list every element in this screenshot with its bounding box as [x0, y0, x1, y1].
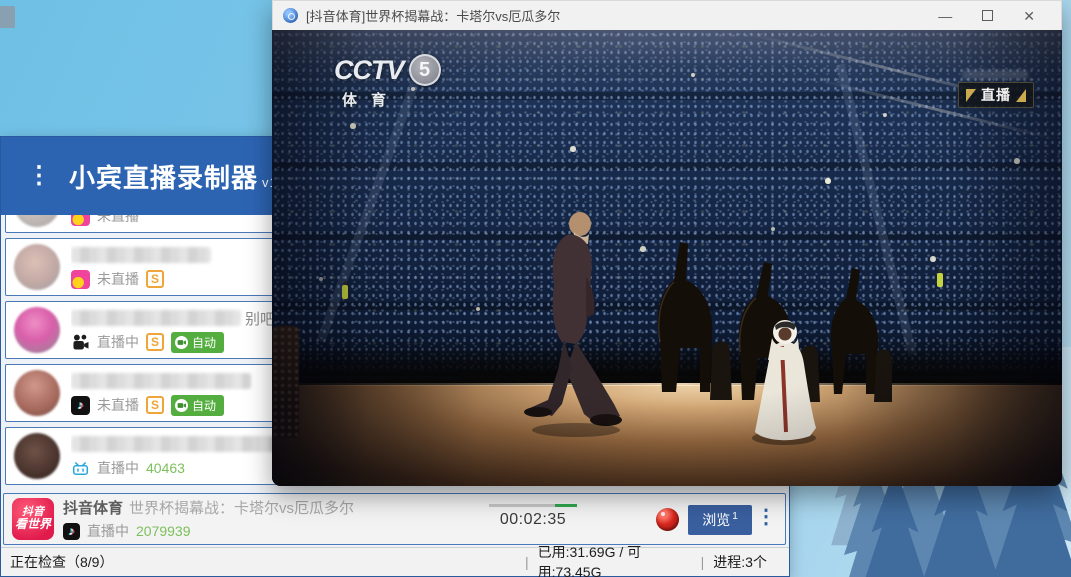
cctv-sub-text: 体育: [342, 92, 401, 109]
platform-icon-pink-smiley: [71, 215, 90, 226]
video-frame[interactable]: CCTV 5 体育 直播: [272, 30, 1062, 486]
status-checking: 正在检查（8/9）: [10, 554, 114, 570]
live-badge-decoration: [1016, 88, 1026, 102]
platform-icon-kuaishou: [71, 333, 90, 352]
recording-title: 世界杯揭幕战：卡塔尔vs厄瓜多尔: [129, 500, 355, 517]
close-button[interactable]: ✕: [1023, 9, 1035, 23]
douyin-world-logo: 抖音 看世界: [12, 498, 54, 540]
quality-badge: S: [146, 333, 164, 351]
minimize-button[interactable]: —: [938, 9, 952, 23]
live-status-label: 未直播: [97, 271, 139, 287]
platform-icon-pink-smiley: [71, 269, 90, 289]
recording-timer-block: 00:02:35: [478, 502, 588, 529]
row-menu-icon[interactable]: ⋮: [756, 504, 776, 529]
redacted-name: [71, 436, 286, 452]
live-status-label: 直播中: [87, 523, 129, 539]
auto-record-badge: 自动: [171, 394, 225, 416]
redacted-name: [71, 373, 251, 389]
auto-record-badge: 自动: [171, 331, 225, 353]
desktop-edge-window-chip: [0, 6, 15, 28]
app-title: 小宾直播录制器v1.6: [69, 158, 291, 195]
live-status-label: 直播中: [97, 334, 139, 350]
live-status-label: 未直播: [97, 397, 139, 413]
browse-button[interactable]: 浏览 1: [688, 505, 752, 535]
status-processes: 进程:3个: [713, 554, 767, 570]
viewer-count: 40463: [146, 460, 185, 476]
status-bar: 正在检查（8/9） | 已用:31.69G / 可用:73.45G | 进程:3…: [1, 544, 789, 577]
platform-icon-douyin: ♪: [71, 395, 90, 415]
live-status-label: 未直播: [97, 215, 139, 224]
player-title: [抖音体育]世界杯揭幕战：卡塔尔vs厄瓜多尔: [306, 9, 561, 24]
cctv-brand-text: CCTV: [334, 54, 404, 85]
recording-timer: 00:02:35: [499, 511, 567, 528]
recording-indicator-icon: [656, 508, 679, 531]
cctv5-logo: CCTV 5 体育: [334, 54, 441, 110]
platform-icon-douyin: ♪: [63, 522, 80, 540]
redacted-name: [71, 310, 241, 326]
live-badge-decoration: [966, 88, 976, 102]
app-menu-icon[interactable]: ⋮: [27, 164, 51, 188]
avatar: [14, 433, 60, 479]
avatar: [14, 244, 60, 290]
recording-progress-fill: [555, 504, 577, 507]
recording-task-row[interactable]: 抖音 看世界 抖音体育 世界杯揭幕战：卡塔尔vs厄瓜多尔 ♪ 直播中 207993…: [3, 493, 786, 545]
quality-badge: S: [146, 396, 164, 414]
player-window: [抖音体育]世界杯揭幕战：卡塔尔vs厄瓜多尔 — ✕ CCTV 5 体育 直播: [272, 0, 1062, 486]
recording-owner: 抖音体育: [63, 500, 124, 517]
avatar: [14, 370, 60, 416]
live-badge: 直播: [958, 82, 1034, 108]
quality-badge: S: [146, 270, 164, 288]
recording-progress-bar: [489, 504, 577, 507]
player-titlebar[interactable]: [抖音体育]世界杯揭幕战：卡塔尔vs厄瓜多尔 — ✕: [272, 0, 1062, 30]
score-bug-ghost: [962, 70, 1028, 79]
player-app-icon: [283, 8, 298, 23]
maximize-button[interactable]: [982, 10, 994, 21]
camera-icon: [175, 335, 188, 349]
avatar: [14, 307, 60, 353]
status-disk: 已用:31.69G / 可用:73.45G: [537, 544, 642, 577]
avatar: [14, 215, 60, 227]
cctv-channel-number: 5: [408, 54, 441, 86]
live-status-label: 直播中: [97, 460, 139, 476]
camera-icon: [175, 398, 188, 412]
viewer-count: 2079939: [136, 523, 191, 539]
browse-count-sup: 1: [732, 511, 738, 523]
redacted-name: [71, 247, 211, 263]
platform-icon-bilibili: [71, 459, 90, 478]
